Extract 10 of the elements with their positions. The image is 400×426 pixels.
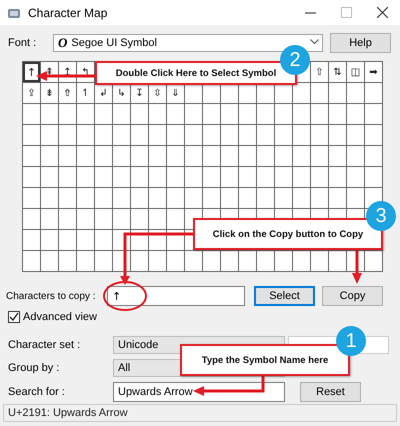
callout-tooltip: Type the Symbol Name here <box>180 344 350 376</box>
character-set-label: Character set : <box>7 339 82 351</box>
advanced-view-label: Advanced view <box>23 311 97 323</box>
font-label: Font : <box>7 37 38 49</box>
search-label: Search for : <box>7 386 66 398</box>
characters-to-copy-label: Characters to copy : <box>5 290 96 302</box>
group-by-label: Group by : <box>7 362 60 374</box>
window-title: Character Map <box>28 6 108 20</box>
step-badge: 1 <box>336 326 366 356</box>
status-bar: U+2191: Upwards Arrow <box>3 404 397 422</box>
